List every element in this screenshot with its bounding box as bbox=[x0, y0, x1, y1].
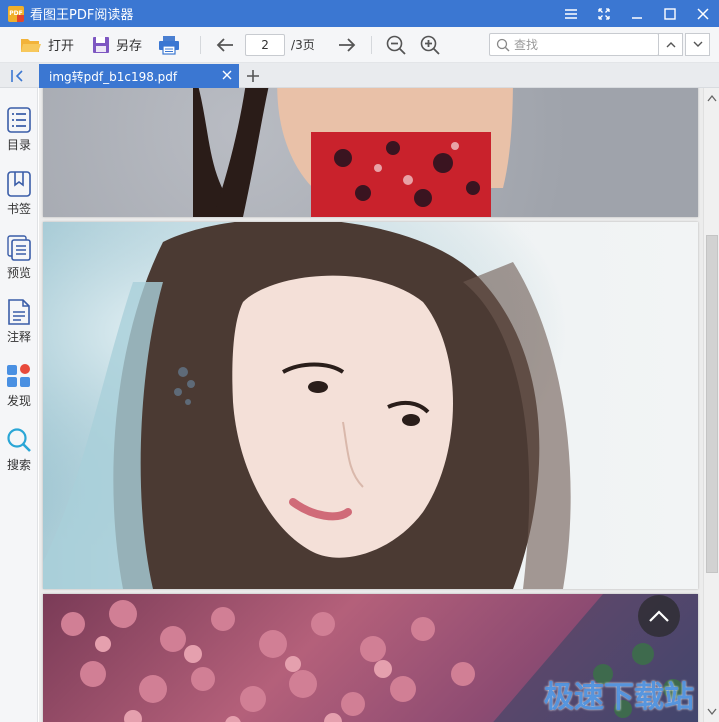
sidebar-item-label: 书签 bbox=[6, 202, 31, 216]
pdf-page-1 bbox=[43, 88, 698, 217]
print-icon bbox=[159, 35, 180, 55]
search-next-button[interactable] bbox=[685, 33, 710, 56]
plus-icon bbox=[247, 70, 259, 82]
vertical-scrollbar[interactable] bbox=[703, 88, 719, 722]
toolbar: 打开 另存 /3页 bbox=[0, 27, 719, 63]
zoom-out-button[interactable] bbox=[382, 31, 410, 59]
menu-icon bbox=[564, 8, 577, 19]
tab-title: img转pdf_b1c198.pdf bbox=[49, 69, 178, 84]
toolbar-divider bbox=[370, 35, 372, 54]
next-page-button[interactable] bbox=[333, 31, 361, 59]
zoom-in-button[interactable] bbox=[416, 31, 444, 59]
annotation-icon bbox=[8, 299, 30, 325]
scrollbar-thumb[interactable] bbox=[706, 235, 718, 573]
menu-button[interactable] bbox=[554, 0, 587, 27]
minimize-button[interactable] bbox=[620, 0, 653, 27]
save-as-button[interactable]: 另存 bbox=[88, 31, 146, 59]
scroll-down-icon[interactable] bbox=[707, 708, 717, 716]
tab-document[interactable]: img转pdf_b1c198.pdf bbox=[39, 64, 239, 88]
zoom-out-icon bbox=[386, 35, 406, 55]
close-icon bbox=[696, 7, 709, 20]
title-bar: PDF 看图王PDF阅读器 bbox=[0, 0, 719, 27]
preview-icon bbox=[7, 235, 31, 261]
zoom-in-icon bbox=[420, 35, 440, 55]
open-label: 打开 bbox=[48, 39, 75, 54]
sidebar-item-annotation[interactable]: 注释 bbox=[0, 290, 38, 348]
sidebar-item-preview[interactable]: 预览 bbox=[0, 226, 38, 284]
back-to-top-button[interactable] bbox=[638, 595, 680, 637]
folder-icon bbox=[21, 38, 41, 52]
maximize-icon bbox=[663, 7, 676, 20]
arrow-right-icon bbox=[338, 37, 355, 52]
page-photo bbox=[193, 88, 513, 217]
prev-page-button[interactable] bbox=[211, 31, 239, 59]
sidebar-item-label: 预览 bbox=[6, 266, 31, 280]
collapse-icon bbox=[11, 69, 23, 82]
sidebar-item-discover[interactable]: 发现 bbox=[0, 354, 38, 412]
catalog-icon bbox=[7, 107, 31, 133]
fullscreen-button[interactable] bbox=[587, 0, 620, 27]
bookmark-icon bbox=[7, 171, 31, 197]
save-as-label: 另存 bbox=[116, 39, 143, 54]
watermark: 极速下载站 bbox=[544, 680, 694, 715]
tab-strip: img转pdf_b1c198.pdf bbox=[0, 63, 719, 88]
arrow-left-icon bbox=[216, 37, 234, 52]
sidebar: 目录 书签 预览 注释 发现 搜索 bbox=[0, 88, 38, 722]
chevron-up-icon bbox=[666, 42, 675, 48]
document-viewport[interactable] bbox=[39, 88, 703, 722]
close-button[interactable] bbox=[686, 0, 719, 27]
toolbar-divider bbox=[200, 35, 202, 54]
page-total: /3页 bbox=[291, 38, 315, 52]
chevron-down-icon bbox=[693, 41, 702, 47]
search-prev-button[interactable] bbox=[658, 33, 683, 56]
sidebar-item-catalog[interactable]: 目录 bbox=[0, 98, 38, 156]
page-photo bbox=[43, 222, 698, 589]
save-icon bbox=[93, 36, 110, 53]
search-input[interactable] bbox=[514, 37, 654, 52]
maximize-button[interactable] bbox=[653, 0, 686, 27]
search-icon bbox=[7, 428, 31, 452]
print-button[interactable] bbox=[154, 31, 184, 59]
sidebar-item-label: 目录 bbox=[6, 138, 31, 152]
sidebar-item-label: 注释 bbox=[6, 330, 31, 344]
sidebar-item-bookmark[interactable]: 书签 bbox=[0, 162, 38, 220]
sidebar-item-label: 发现 bbox=[6, 394, 31, 408]
discover-icon bbox=[7, 364, 30, 387]
sidebar-item-label: 搜索 bbox=[6, 458, 31, 472]
page-number-input[interactable] bbox=[245, 33, 286, 56]
app-logo: PDF bbox=[8, 5, 24, 22]
chevron-up-icon bbox=[649, 610, 669, 622]
minimize-icon bbox=[631, 16, 642, 19]
app-title: 看图王PDF阅读器 bbox=[30, 8, 134, 23]
search-box[interactable] bbox=[489, 33, 659, 56]
sidebar-item-search[interactable]: 搜索 bbox=[0, 418, 38, 476]
collapse-sidebar-button[interactable] bbox=[8, 67, 28, 84]
pdf-page-2 bbox=[43, 222, 698, 589]
scroll-up-icon[interactable] bbox=[707, 94, 717, 102]
fullscreen-icon bbox=[597, 7, 610, 20]
new-tab-button[interactable] bbox=[244, 67, 262, 85]
search-icon bbox=[496, 38, 510, 51]
app-logo-text: PDF bbox=[9, 9, 23, 17]
open-button[interactable]: 打开 bbox=[16, 31, 78, 59]
tab-close-icon[interactable] bbox=[221, 69, 233, 81]
